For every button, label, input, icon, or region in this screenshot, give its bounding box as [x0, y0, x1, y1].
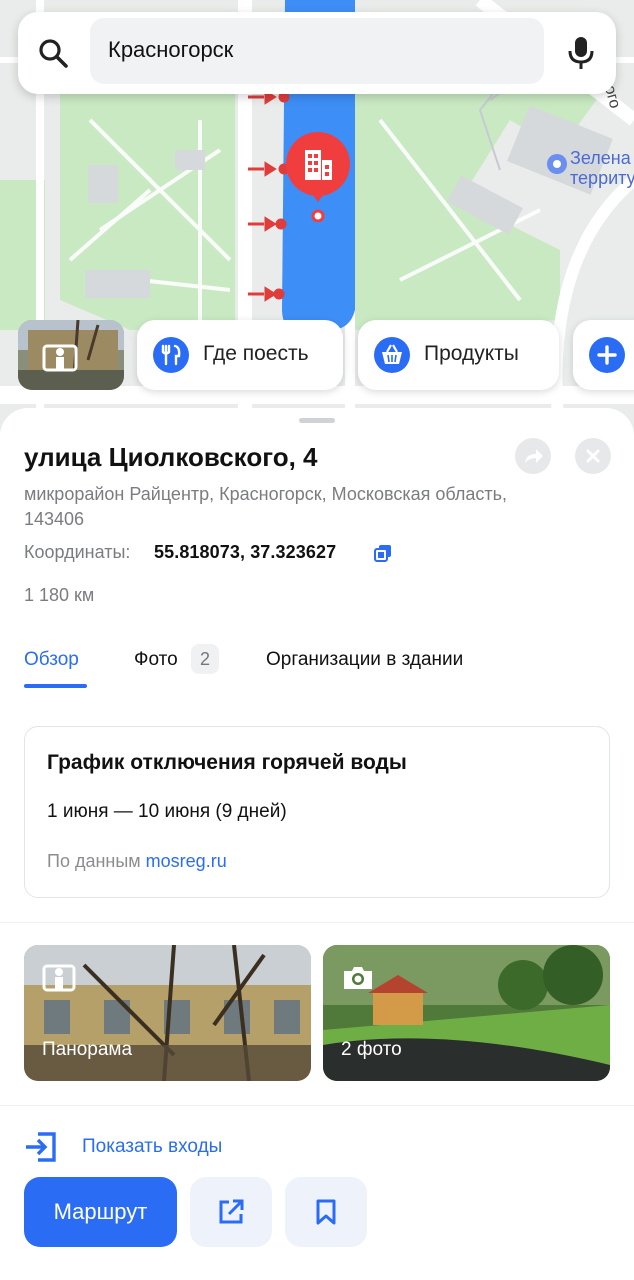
entrance-icon[interactable]	[24, 1130, 58, 1164]
photo-count-badge: 2	[191, 644, 219, 674]
microphone-icon[interactable]	[566, 36, 596, 70]
tab-photo[interactable]: Фото	[134, 649, 178, 671]
route-button-label: Маршрут	[53, 1199, 148, 1224]
tab-overview[interactable]: Обзор	[24, 649, 79, 671]
share-button[interactable]	[515, 438, 551, 474]
photos-tile[interactable]: 2 фото	[323, 945, 610, 1081]
open-external-button[interactable]	[190, 1177, 272, 1247]
plus-icon	[589, 337, 625, 373]
divider	[0, 1105, 634, 1106]
chip-label: Где поесть	[203, 342, 309, 365]
tab-organizations[interactable]: Организации в здании	[266, 649, 463, 671]
external-link-icon	[219, 1199, 244, 1224]
share-arrow-icon	[525, 449, 543, 463]
divider	[0, 922, 634, 923]
panorama-tile[interactable]: Панорама	[24, 945, 311, 1081]
hot-water-title: График отключения горячей воды	[47, 751, 407, 774]
place-pin[interactable]	[284, 130, 352, 223]
camera-icon	[344, 967, 372, 989]
source-prefix: По данным	[47, 851, 141, 871]
chip-label: Продукты	[424, 342, 519, 365]
distance-text: 1 180 км	[24, 585, 95, 605]
panorama-person-icon	[42, 964, 76, 992]
fork-knife-icon	[153, 337, 189, 373]
chip-more[interactable]	[573, 320, 634, 390]
hot-water-dates: 1 июня — 10 июня (9 дней)	[47, 801, 287, 822]
close-icon	[586, 449, 600, 463]
route-button[interactable]: Маршрут	[24, 1177, 177, 1247]
show-entrances-link[interactable]: Показать входы	[82, 1136, 222, 1158]
panorama-thumbnail[interactable]	[18, 320, 124, 390]
basket-icon	[374, 337, 410, 373]
coordinates-value[interactable]: 55.818073, 37.323627	[154, 542, 336, 563]
source-link[interactable]: mosreg.ru	[146, 851, 227, 871]
panorama-person-icon	[42, 344, 78, 372]
place-title: улица Циолковского, 4	[24, 442, 318, 472]
close-button[interactable]	[575, 438, 611, 474]
coordinates-label: Координаты:	[24, 542, 131, 562]
map-poi-label: Зелена территу	[570, 148, 634, 188]
panorama-label: Панорама	[42, 1039, 133, 1060]
hot-water-schedule-card[interactable]: График отключения горячей воды 1 июня — …	[24, 726, 610, 898]
sheet-grabber[interactable]	[299, 418, 335, 423]
hot-water-source: По данным mosreg.ru	[47, 851, 227, 872]
bookmark-icon	[316, 1199, 336, 1225]
search-bar: Красногорск	[18, 12, 616, 94]
search-input[interactable]: Красногорск	[90, 18, 544, 84]
search-input-value: Красногорск	[108, 37, 234, 62]
copy-icon[interactable]	[374, 544, 392, 562]
bookmark-button[interactable]	[285, 1177, 367, 1247]
place-card: улица Циолковского, 4 микрорайон Райцент…	[0, 408, 634, 1280]
tab-active-indicator	[24, 684, 87, 688]
chip-where-to-eat[interactable]: Где поесть	[137, 320, 343, 390]
chip-groceries[interactable]: Продукты	[358, 320, 559, 390]
place-address: микрорайон Райцентр, Красногорск, Москов…	[24, 484, 508, 529]
search-icon[interactable]	[38, 38, 68, 68]
photos-label: 2 фото	[341, 1039, 402, 1060]
